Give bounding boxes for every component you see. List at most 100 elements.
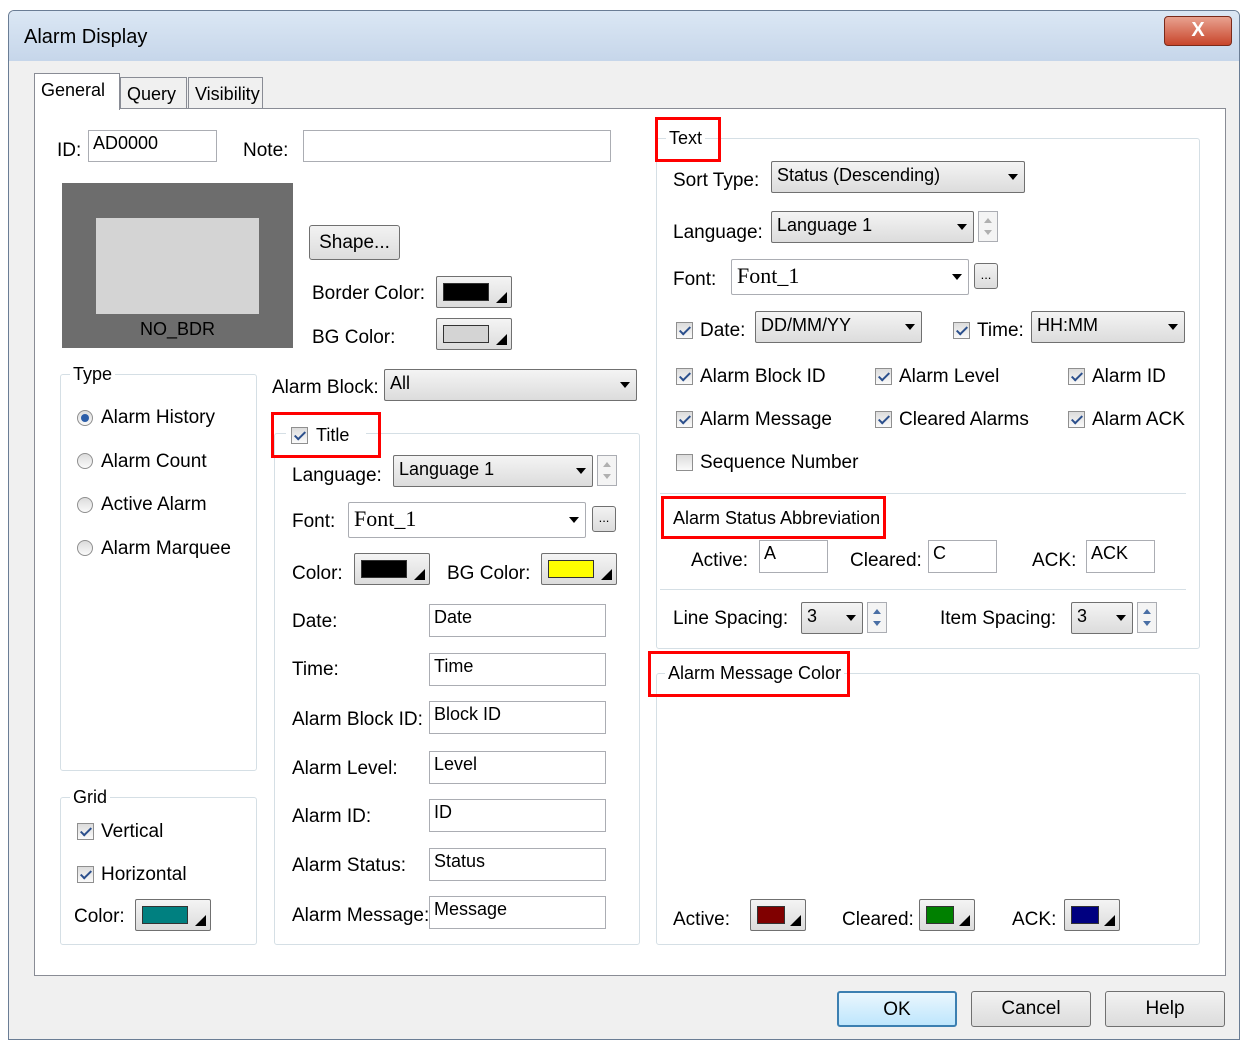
ok-button[interactable]: OK — [837, 991, 957, 1027]
date-checkbox[interactable] — [676, 322, 693, 339]
highlight-box-title — [271, 412, 381, 458]
title-block-id-label: Alarm Block ID: — [292, 709, 423, 730]
text-font-select[interactable]: Font_1 — [731, 259, 969, 295]
grid-color-picker[interactable] — [135, 899, 211, 931]
title-block-id-field[interactable]: Block ID — [429, 701, 606, 734]
grid-legend: Grid — [70, 787, 111, 808]
tab-query[interactable]: Query — [120, 77, 187, 109]
chevron-down-icon — [1116, 615, 1126, 621]
border-color-picker[interactable] — [436, 276, 512, 308]
alarm-ack-checkbox[interactable] — [1068, 411, 1085, 428]
title-language-spinner[interactable] — [597, 455, 617, 486]
line-spacing-spinner[interactable] — [867, 602, 887, 633]
dropdown-triangle-icon — [496, 292, 507, 303]
shape-button[interactable]: Shape... — [309, 225, 400, 260]
radio-alarm-marquee-label[interactable]: Alarm Marquee — [101, 538, 231, 560]
time-checkbox[interactable] — [953, 322, 970, 339]
cleared-alarms-check-label[interactable]: Cleared Alarms — [899, 409, 1029, 431]
abbr-ack-label: ACK: — [1032, 550, 1077, 571]
chevron-down-icon — [576, 468, 586, 474]
title-status-field[interactable]: Status — [429, 848, 606, 881]
radio-active-alarm-label[interactable]: Active Alarm — [101, 494, 207, 516]
time-format-select[interactable]: HH:MM — [1031, 311, 1185, 343]
preview-body — [96, 218, 259, 314]
title-time-field[interactable]: Time — [429, 653, 606, 686]
close-button[interactable]: X — [1164, 16, 1232, 46]
bg-color-picker[interactable] — [436, 318, 512, 350]
alarm-level-check-label[interactable]: Alarm Level — [899, 366, 999, 388]
alarm-level-checkbox[interactable] — [875, 368, 892, 385]
msg-active-color-swatch — [757, 906, 785, 924]
grid-horizontal-checkbox[interactable] — [77, 866, 94, 883]
radio-alarm-history[interactable] — [77, 410, 93, 426]
title-font-value: Font_1 — [354, 506, 417, 531]
grid-vertical-checkbox[interactable] — [77, 823, 94, 840]
date-format-select[interactable]: DD/MM/YY — [755, 311, 922, 343]
alarm-message-check-label[interactable]: Alarm Message — [700, 409, 832, 431]
msg-active-color-picker[interactable] — [750, 899, 806, 931]
alarm-id-checkbox[interactable] — [1068, 368, 1085, 385]
title-color-picker[interactable] — [354, 553, 430, 585]
dropdown-triangle-icon — [414, 569, 425, 580]
abbr-cleared-field[interactable]: C — [928, 540, 997, 573]
id-field[interactable]: AD0000 — [88, 130, 217, 162]
note-label: Note: — [243, 140, 289, 161]
date-label[interactable]: Date: — [700, 320, 745, 342]
time-label[interactable]: Time: — [977, 320, 1024, 342]
title-font-more-button[interactable]: ... — [592, 506, 616, 532]
alarm-id-check-label[interactable]: Alarm ID — [1092, 366, 1166, 388]
sort-type-select[interactable]: Status (Descending) — [771, 161, 1025, 193]
alarm-block-select[interactable]: All — [384, 369, 637, 401]
alarm-ack-check-label[interactable]: Alarm ACK — [1092, 409, 1185, 431]
title-level-field[interactable]: Level — [429, 751, 606, 784]
tab-visibility[interactable]: Visibility — [188, 77, 263, 109]
highlight-box-abbreviation — [661, 496, 886, 539]
line-spacing-value: 3 — [807, 606, 818, 626]
msg-ack-color-picker[interactable] — [1064, 899, 1120, 931]
title-message-field[interactable]: Message — [429, 896, 606, 929]
line-spacing-select[interactable]: 3 — [801, 602, 863, 634]
shape-preview: NO_BDR — [62, 183, 293, 348]
chevron-down-icon — [569, 517, 579, 523]
title-status-label: Alarm Status: — [292, 855, 407, 876]
alarm-block-id-check-label[interactable]: Alarm Block ID — [700, 366, 826, 388]
title-alarm-id-field[interactable]: ID — [429, 799, 606, 832]
spin-up-icon — [603, 462, 611, 467]
help-button[interactable]: Help — [1105, 991, 1225, 1027]
cleared-alarms-checkbox[interactable] — [875, 411, 892, 428]
item-spacing-label: Item Spacing: — [940, 608, 1057, 629]
item-spacing-select[interactable]: 3 — [1071, 602, 1133, 634]
item-spacing-spinner[interactable] — [1137, 602, 1157, 633]
title-font-select[interactable]: Font_1 — [348, 502, 586, 538]
tab-general[interactable]: General — [34, 73, 120, 110]
bg-color-swatch — [443, 325, 489, 343]
title-language-select[interactable]: Language 1 — [393, 455, 593, 487]
radio-alarm-count-label[interactable]: Alarm Count — [101, 451, 207, 473]
text-language-spinner[interactable] — [978, 211, 998, 242]
title-date-field[interactable]: Date — [429, 604, 606, 637]
cancel-button[interactable]: Cancel — [971, 991, 1091, 1027]
abbr-ack-field[interactable]: ACK — [1086, 540, 1155, 573]
sequence-number-check-label[interactable]: Sequence Number — [700, 452, 858, 474]
title-bg-color-picker[interactable] — [541, 553, 617, 585]
note-field[interactable] — [303, 130, 611, 162]
radio-alarm-history-label[interactable]: Alarm History — [101, 407, 215, 429]
radio-active-alarm[interactable] — [77, 497, 93, 513]
radio-alarm-count[interactable] — [77, 453, 93, 469]
text-font-label: Font: — [673, 269, 717, 290]
alarm-block-id-checkbox[interactable] — [676, 368, 693, 385]
sequence-number-checkbox[interactable] — [676, 454, 693, 471]
grid-vertical-label[interactable]: Vertical — [101, 821, 163, 843]
type-group — [60, 374, 257, 771]
msg-cleared-color-picker[interactable] — [919, 899, 975, 931]
abbr-active-field[interactable]: A — [759, 540, 828, 573]
radio-alarm-marquee[interactable] — [77, 540, 93, 556]
chevron-down-icon — [846, 615, 856, 621]
text-language-label: Language: — [673, 222, 763, 243]
spin-down-icon — [984, 230, 992, 235]
alarm-message-checkbox[interactable] — [676, 411, 693, 428]
grid-horizontal-label[interactable]: Horizontal — [101, 864, 187, 886]
title-bar[interactable] — [9, 11, 1239, 61]
text-language-select[interactable]: Language 1 — [771, 211, 974, 243]
text-font-more-button[interactable]: ... — [974, 263, 998, 289]
